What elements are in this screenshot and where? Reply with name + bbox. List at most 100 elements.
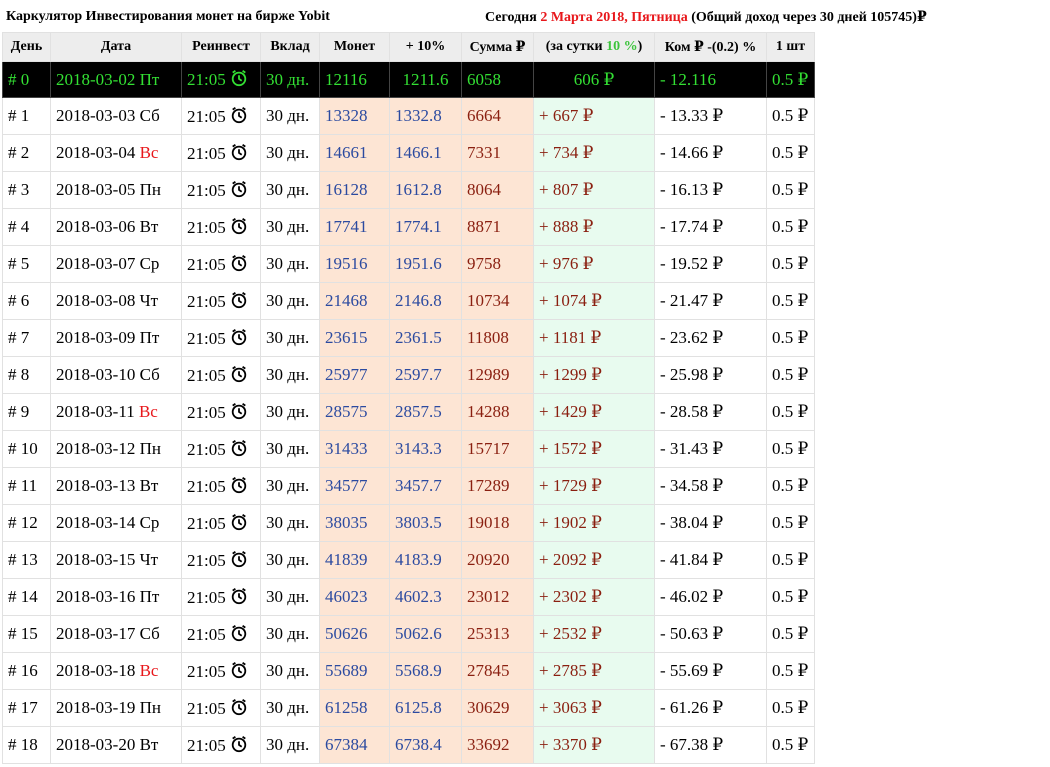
cell-daily: + 976 ₽ xyxy=(533,245,655,283)
cell-sum: 23012 xyxy=(461,578,534,616)
date-value: 2018-03-12 xyxy=(56,439,136,458)
cell-fee: - 28.58 ₽ xyxy=(654,393,767,431)
cell-day: # 15 xyxy=(2,615,51,653)
cell-sum: 14288 xyxy=(461,393,534,431)
alarm-clock-icon xyxy=(230,624,248,642)
cell-plus10: 2361.5 xyxy=(389,319,462,357)
cell-sum: 20920 xyxy=(461,541,534,579)
date-value: 2018-03-04 xyxy=(56,143,136,162)
cell-time: 21:05 xyxy=(187,180,226,200)
cell-day: # 4 xyxy=(2,208,51,246)
alarm-clock-icon xyxy=(230,291,248,309)
cell-sum: 8064 xyxy=(461,171,534,209)
cell-day: # 2 xyxy=(2,134,51,172)
weekday: Сб xyxy=(139,365,160,384)
cell-plus10: 4602.3 xyxy=(389,578,462,616)
cell-reinvest: 21:05 xyxy=(181,356,261,394)
cell-reinvest: 21:05 xyxy=(181,393,261,431)
cell-sum: 25313 xyxy=(461,615,534,653)
cell-date: 2018-03-04 Вс xyxy=(50,134,182,172)
cell-daily: + 807 ₽ xyxy=(533,171,655,209)
cell-daily: + 2302 ₽ xyxy=(533,578,655,616)
cell-reinvest: 21:05 xyxy=(181,319,261,357)
weekday: Сб xyxy=(139,106,160,125)
cell-deposit: 30 дн. xyxy=(260,393,320,431)
alarm-clock-icon xyxy=(230,180,248,198)
cell-reinvest: 21:05 xyxy=(181,97,261,135)
alarm-clock-icon xyxy=(230,698,248,716)
cell-fee: - 46.02 ₽ xyxy=(654,578,767,616)
cell-deposit: 30 дн. xyxy=(260,430,320,468)
cell-coins: 21468 xyxy=(319,282,390,320)
weekday: Вс xyxy=(138,402,158,421)
cell-deposit: 30 дн. xyxy=(260,652,320,690)
cell-fee: - 19.52 ₽ xyxy=(654,245,767,283)
cell-fee: - 67.38 ₽ xyxy=(654,726,767,764)
cell-day: # 17 xyxy=(2,689,51,727)
date-value: 2018-03-14 xyxy=(56,513,136,532)
alarm-clock-icon xyxy=(230,661,248,679)
cell-fee: - 14.66 ₽ xyxy=(654,134,767,172)
cell-deposit: 30 дн. xyxy=(260,689,320,727)
col-header-daily: (за сутки 10 %) xyxy=(533,32,655,62)
cell-coins: 19516 xyxy=(319,245,390,283)
cell-plus10: 1951.6 xyxy=(389,245,462,283)
cell-fee: - 34.58 ₽ xyxy=(654,467,767,505)
cell-plus10: 2597.7 xyxy=(389,356,462,394)
cell-sum: 10734 xyxy=(461,282,534,320)
cell-day: # 10 xyxy=(2,430,51,468)
cell-fee: - 50.63 ₽ xyxy=(654,615,767,653)
cell-unit: 0.5 ₽ xyxy=(766,208,815,246)
cell-date: 2018-03-18 Вс xyxy=(50,652,182,690)
table-row: # 8 2018-03-10 Сб 21:05 30 дн. 25977 2597.7 12… xyxy=(2,356,815,394)
cell-fee: - 12.116 xyxy=(654,61,767,98)
cell-fee: - 55.69 ₽ xyxy=(654,652,767,690)
table-row: # 17 2018-03-19 Пн 21:05 30 дн. 61258 6125.8 3… xyxy=(2,689,815,727)
cell-fee: - 13.33 ₽ xyxy=(654,97,767,135)
alarm-clock-icon xyxy=(230,587,248,605)
cell-fee: - 25.98 ₽ xyxy=(654,356,767,394)
today-date: 2 Марта 2018, Пятница xyxy=(540,10,688,25)
cell-plus10: 5062.6 xyxy=(389,615,462,653)
daily-rate-label: 10 % xyxy=(606,39,638,54)
cell-coins: 13328 xyxy=(319,97,390,135)
table-row: # 13 2018-03-15 Чт 21:05 30 дн. 41839 4183.9 2… xyxy=(2,541,815,579)
col-header-day: День xyxy=(2,32,51,62)
cell-reinvest: 21:05 xyxy=(181,467,261,505)
cell-daily: + 2532 ₽ xyxy=(533,615,655,653)
cell-time: 21:05 xyxy=(187,661,226,681)
cell-day: # 3 xyxy=(2,171,51,209)
cell-date: 2018-03-13 Вт xyxy=(50,467,182,505)
cell-daily: + 1729 ₽ xyxy=(533,467,655,505)
table-row: # 11 2018-03-13 Вт 21:05 30 дн. 34577 3457.7 1… xyxy=(2,467,815,505)
investment-table: День Дата Реинвест Вклад Монет + 10% Сум… xyxy=(2,32,815,764)
cell-unit: 0.5 ₽ xyxy=(766,726,815,764)
alarm-clock-icon xyxy=(230,365,248,383)
col-header-date: Дата xyxy=(50,32,182,62)
cell-unit: 0.5 ₽ xyxy=(766,393,815,431)
cell-deposit: 30 дн. xyxy=(260,726,320,764)
cell-unit: 0.5 ₽ xyxy=(766,467,815,505)
cell-reinvest: 21:05 xyxy=(181,689,261,727)
table-row: # 18 2018-03-20 Вт 21:05 30 дн. 67384 6738.4 3… xyxy=(2,726,815,764)
cell-deposit: 30 дн. xyxy=(260,171,320,209)
cell-time: 21:05 xyxy=(187,143,226,163)
cell-plus10: 2857.5 xyxy=(389,393,462,431)
weekday: Вт xyxy=(139,735,159,754)
date-value: 2018-03-10 xyxy=(56,365,136,384)
table-row: # 4 2018-03-06 Вт 21:05 30 дн. 17741 1774.1 88… xyxy=(2,208,815,246)
cell-time: 21:05 xyxy=(187,106,226,126)
cell-fee: - 41.84 ₽ xyxy=(654,541,767,579)
cell-day: # 7 xyxy=(2,319,51,357)
cell-fee: - 61.26 ₽ xyxy=(654,689,767,727)
cell-date: 2018-03-17 Сб xyxy=(50,615,182,653)
cell-unit: 0.5 ₽ xyxy=(766,430,815,468)
cell-date: 2018-03-20 Вт xyxy=(50,726,182,764)
cell-deposit: 30 дн. xyxy=(260,97,320,135)
cell-day: # 13 xyxy=(2,541,51,579)
cell-sum: 9758 xyxy=(461,245,534,283)
cell-unit: 0.5 ₽ xyxy=(766,134,815,172)
cell-time: 21:05 xyxy=(187,476,226,496)
cell-fee: - 16.13 ₽ xyxy=(654,171,767,209)
date-value: 2018-03-03 xyxy=(56,106,136,125)
